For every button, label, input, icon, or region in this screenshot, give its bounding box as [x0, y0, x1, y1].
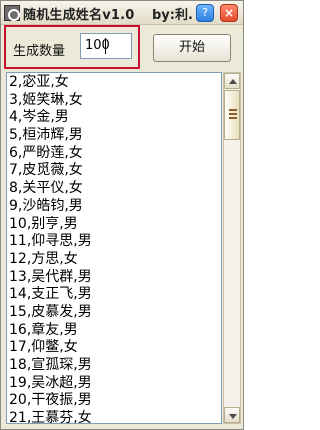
list-item[interactable]: 3,姬笑琳,女	[9, 92, 219, 110]
list-item[interactable]: 12,方思,女	[9, 251, 219, 269]
list-item[interactable]: 4,岑金,男	[9, 109, 219, 127]
app-icon	[4, 5, 20, 21]
list-item[interactable]: 7,皮觅薇,女	[9, 162, 219, 180]
list-item[interactable]: 18,宣孤琛,男	[9, 357, 219, 375]
name-list: 2,宓亚,女 3,姬笑琳,女 4,岑金,男 5,桓沛辉,男 6,严盼莲,女 7,皮觅薇,女…	[9, 74, 219, 423]
vertical-scrollbar[interactable]	[223, 72, 241, 424]
list-item[interactable]: 2,宓亚,女	[9, 74, 219, 92]
help-icon[interactable]: ?	[196, 4, 214, 22]
window-title: 随机生成姓名v1.0	[23, 8, 135, 23]
scroll-thumb[interactable]	[224, 90, 240, 140]
count-label: 生成数量	[13, 44, 66, 59]
list-item[interactable]: 11,仰寻思,男	[9, 233, 219, 251]
scroll-down-button[interactable]	[224, 407, 240, 423]
count-input[interactable]: 100	[80, 33, 132, 59]
list-item[interactable]: 21,王慕芬,女	[9, 410, 219, 423]
scroll-up-button[interactable]	[224, 73, 240, 89]
list-item[interactable]: 16,章友,男	[9, 322, 219, 340]
list-item[interactable]: 15,皮慕发,男	[9, 304, 219, 322]
list-item[interactable]: 17,仰鳖,女	[9, 339, 219, 357]
list-item[interactable]: 8,关平仪,女	[9, 180, 219, 198]
window-author: by:利.	[152, 8, 193, 23]
list-item[interactable]: 5,桓沛辉,男	[9, 127, 219, 145]
close-icon[interactable]: ×	[220, 4, 238, 22]
name-list-panel[interactable]: 2,宓亚,女 3,姬笑琳,女 4,岑金,男 5,桓沛辉,男 6,严盼莲,女 7,皮觅薇,女…	[6, 72, 222, 424]
title-bar[interactable]: 随机生成姓名v1.0 by:利. ? ×	[1, 1, 243, 25]
list-item[interactable]: 9,沙皓钧,男	[9, 198, 219, 216]
list-item[interactable]: 20,干夜振,男	[9, 392, 219, 410]
start-button[interactable]: 开始	[153, 34, 231, 62]
list-item[interactable]: 10,别亨,男	[9, 216, 219, 234]
list-item[interactable]: 6,严盼莲,女	[9, 145, 219, 163]
list-item[interactable]: 19,吴冰超,男	[9, 375, 219, 393]
main-window: 随机生成姓名v1.0 by:利. ? × 生成数量 100 开始 2,宓亚,女 3…	[0, 0, 244, 430]
list-item[interactable]: 13,吴代群,男	[9, 269, 219, 287]
list-item[interactable]: 14,支正飞,男	[9, 286, 219, 304]
